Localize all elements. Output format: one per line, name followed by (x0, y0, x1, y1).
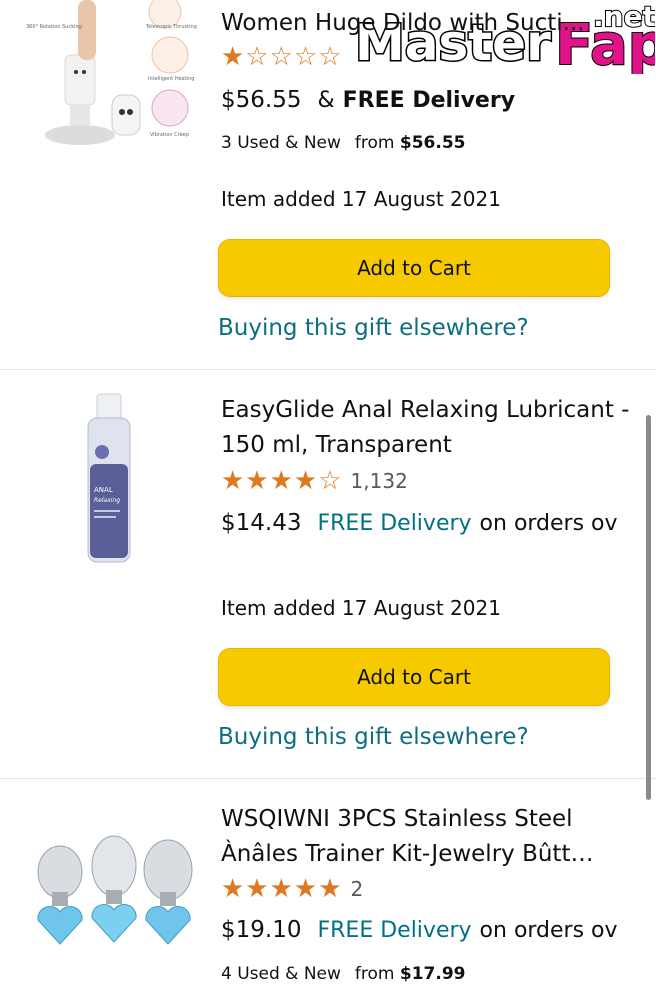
product-title[interactable]: Women Huge Dildo with Sucti... (221, 6, 631, 42)
thumb-label: Relaxing (94, 497, 120, 504)
product-title[interactable]: WSQIWNI 3PCS Stainless Steel Ànâles Trai… (221, 802, 631, 874)
thumb-label: 360° Rotation Sucking (26, 24, 82, 30)
free-delivery-label: FREE Delivery (317, 510, 472, 536)
item-divider (0, 778, 656, 779)
star-rating: ★★★★☆ (221, 466, 343, 496)
price: $14.43 (221, 510, 302, 536)
offers-from-price: $17.99 (399, 964, 466, 984)
offers-from-label: from (354, 964, 395, 984)
free-delivery-label: FREE Delivery (317, 917, 472, 943)
delivery-conditions: on orders ov (479, 510, 618, 536)
rating-count: 2 (350, 877, 364, 901)
item-added-date: Item added 17 August 2021 (221, 187, 501, 211)
rating[interactable]: ★★★★★ 2 (221, 874, 363, 904)
rating[interactable]: ★★★★☆ 1,132 (221, 466, 408, 496)
item-divider (0, 369, 656, 370)
add-to-cart-button[interactable]: Add to Cart (218, 648, 610, 706)
price: $19.10 (221, 917, 302, 943)
product-image-2[interactable]: ANAL Relaxing (80, 392, 140, 564)
rating-count: 1,132 (350, 469, 408, 493)
offers-count: 3 Used & New (221, 133, 341, 153)
thumb-label: Intelligent Heating (148, 76, 194, 82)
offers-count: 4 Used & New (221, 964, 341, 984)
thumb-label: Vibration Creep (150, 132, 189, 138)
delivery-conditions: on orders ov (479, 917, 618, 943)
add-to-cart-button[interactable]: Add to Cart (218, 239, 610, 297)
offers-from-price: $56.55 (399, 133, 466, 153)
scrollbar[interactable] (646, 415, 651, 800)
used-new-offers[interactable]: 4 Used & New from $17.99 (221, 964, 466, 984)
price-row: $19.10 FREE Delivery on orders ov (221, 912, 633, 948)
thumb-label: ANAL (94, 486, 113, 494)
price-row: $14.43 FREE Delivery on orders ov (221, 505, 633, 541)
offers-from-label: from (354, 133, 395, 153)
ampersand: & (317, 87, 335, 113)
buying-gift-elsewhere-link[interactable]: Buying this gift elsewhere? (218, 724, 529, 750)
used-new-offers[interactable]: 3 Used & New from $56.55 (221, 133, 466, 153)
rating[interactable]: ★☆☆☆☆ (221, 42, 343, 72)
item-added-date: Item added 17 August 2021 (221, 596, 501, 620)
free-delivery-label: FREE Delivery (342, 87, 516, 113)
star-rating: ★★★★★ (221, 874, 343, 904)
product-title[interactable]: EasyGlide Anal Relaxing Lubricant - 150 … (221, 393, 631, 465)
buying-gift-elsewhere-link[interactable]: Buying this gift elsewhere? (218, 315, 529, 341)
star-rating: ★☆☆☆☆ (221, 42, 343, 72)
thumb-label: Telescopic Thrusting (145, 24, 197, 30)
product-image-3[interactable] (22, 832, 202, 950)
price: $56.55 (221, 87, 302, 113)
product-image-1[interactable]: 360° Rotation Sucking Telescopic Thrusti… (20, 0, 200, 160)
price-row: $56.55 & FREE Delivery (221, 82, 633, 118)
